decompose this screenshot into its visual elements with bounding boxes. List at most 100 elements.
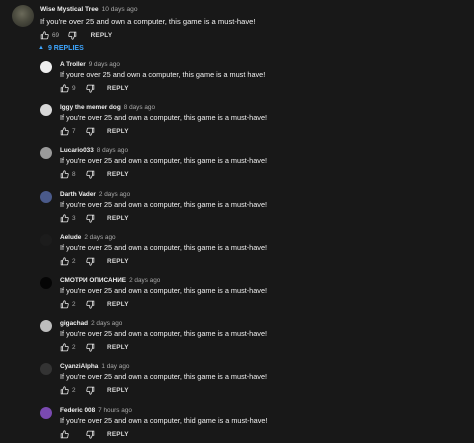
author-name[interactable]: CyanziAlpha xyxy=(60,363,98,370)
comment-meta: Darth Vader 2 days ago xyxy=(60,191,130,198)
comment-meta: A Troller 9 days ago xyxy=(60,61,120,68)
comment-actions: 8 REPLY xyxy=(60,170,129,182)
avatar[interactable] xyxy=(40,277,52,289)
comment-meta: CyanziAlpha 1 day ago xyxy=(60,363,129,370)
comment-text: If you're over 25 and own a computer, th… xyxy=(40,17,256,26)
comment-text: If you're over 25 and own a computer, th… xyxy=(60,416,268,425)
timestamp[interactable]: 2 days ago xyxy=(129,277,160,284)
thumbs-up-icon[interactable] xyxy=(60,170,69,179)
comment-actions: 9 REPLY xyxy=(60,84,129,96)
avatar[interactable] xyxy=(40,234,52,246)
like-count: 7 xyxy=(72,128,76,135)
avatar[interactable] xyxy=(40,191,52,203)
comment-text: If youre over 25 and own a computer, thi… xyxy=(60,70,266,79)
avatar[interactable] xyxy=(40,407,52,419)
author-name[interactable]: Aelude xyxy=(60,234,81,241)
thumbs-down-icon[interactable] xyxy=(86,127,95,136)
reply-item: CyanziAlpha 1 day ago If you're over 25 an… xyxy=(40,361,460,401)
reply-button[interactable]: REPLY xyxy=(107,85,129,92)
timestamp[interactable]: 9 days ago xyxy=(89,61,120,68)
comment-meta: Aelude 2 days ago xyxy=(60,234,116,241)
comment-text: If you're over 25 and own a computer, th… xyxy=(60,372,268,381)
like-count: 2 xyxy=(72,301,76,308)
reply-button[interactable]: REPLY xyxy=(107,258,129,265)
thumbs-up-icon[interactable] xyxy=(60,300,69,309)
avatar[interactable] xyxy=(40,61,52,73)
reply-button[interactable]: REPLY xyxy=(107,215,129,222)
comment-meta: Lucario033 8 days ago xyxy=(60,147,128,154)
like-count: 8 xyxy=(72,171,76,178)
author-name[interactable]: Wise Mystical Tree xyxy=(40,6,99,13)
thumbs-up-icon[interactable] xyxy=(60,214,69,223)
timestamp[interactable]: 8 days ago xyxy=(124,104,155,111)
like-count: 9 xyxy=(72,85,76,92)
thumbs-down-icon[interactable] xyxy=(86,430,95,439)
thumbs-up-icon[interactable] xyxy=(60,127,69,136)
reply-button[interactable]: REPLY xyxy=(107,431,129,438)
author-name[interactable]: СМОТРИ ОПИСАНИЕ xyxy=(60,277,126,284)
avatar[interactable] xyxy=(12,5,34,27)
avatar[interactable] xyxy=(40,363,52,375)
comment-text: If you're over 25 and own a computer, th… xyxy=(60,329,268,338)
author-name[interactable]: Federic 008 xyxy=(60,407,95,414)
thumbs-up-icon[interactable] xyxy=(60,84,69,93)
thumbs-down-icon[interactable] xyxy=(86,386,95,395)
reply-item: СМОТРИ ОПИСАНИЕ 2 days ago If you're over … xyxy=(40,275,460,315)
comment-actions: 2 REPLY xyxy=(60,257,129,269)
thumbs-down-icon[interactable] xyxy=(86,257,95,266)
comment-thread: Wise Mystical Tree 10 days ago If you're … xyxy=(0,0,474,443)
thumbs-up-icon[interactable] xyxy=(60,430,69,439)
avatar[interactable] xyxy=(40,147,52,159)
author-name[interactable]: Iggy the memer dog xyxy=(60,104,121,111)
reply-button[interactable]: REPLY xyxy=(91,32,113,39)
replies-toggle-label: 9 REPLIES xyxy=(47,45,84,52)
replies-toggle-button[interactable]: ▲ 9 REPLIES xyxy=(38,45,84,52)
timestamp[interactable]: 2 days ago xyxy=(99,191,130,198)
reply-button[interactable]: REPLY xyxy=(107,301,129,308)
like-count: 2 xyxy=(72,387,76,394)
reply-button[interactable]: REPLY xyxy=(107,128,129,135)
reply-item: gigachad 2 days ago If you're over 25 and … xyxy=(40,318,460,358)
author-name[interactable]: Lucario033 xyxy=(60,147,94,154)
comment-meta: СМОТРИ ОПИСАНИЕ 2 days ago xyxy=(60,277,160,284)
comment-text: If you're over 25 and own a computer, th… xyxy=(60,156,268,165)
timestamp[interactable]: 8 days ago xyxy=(97,147,128,154)
reply-button[interactable]: REPLY xyxy=(107,171,129,178)
thumbs-up-icon[interactable] xyxy=(60,386,69,395)
thumbs-down-icon[interactable] xyxy=(86,300,95,309)
comment-actions: REPLY xyxy=(60,430,129,442)
timestamp[interactable]: 2 days ago xyxy=(84,234,115,241)
avatar[interactable] xyxy=(40,320,52,332)
author-name[interactable]: gigachad xyxy=(60,320,88,327)
timestamp[interactable]: 7 hours ago xyxy=(98,407,132,414)
comment-actions: 7 REPLY xyxy=(60,127,129,139)
comment-actions: 2 REPLY xyxy=(60,300,129,312)
thumbs-up-icon[interactable] xyxy=(40,31,49,40)
like-count: 2 xyxy=(72,258,76,265)
author-name[interactable]: Darth Vader xyxy=(60,191,96,198)
thumbs-down-icon[interactable] xyxy=(86,170,95,179)
reply-item: Lucario033 8 days ago If you're over 25 an… xyxy=(40,145,460,185)
reply-item: Darth Vader 2 days ago If you're over 25 a… xyxy=(40,189,460,229)
timestamp[interactable]: 1 day ago xyxy=(101,363,129,370)
like-count: 69 xyxy=(52,32,60,39)
thumbs-up-icon[interactable] xyxy=(60,257,69,266)
thumbs-down-icon[interactable] xyxy=(86,214,95,223)
timestamp[interactable]: 2 days ago xyxy=(91,320,122,327)
comment-meta: Iggy the memer dog 8 days ago xyxy=(60,104,155,111)
thumbs-up-icon[interactable] xyxy=(60,343,69,352)
thumbs-down-icon[interactable] xyxy=(68,31,77,40)
comment-text: If you're over 25 and own a computer, th… xyxy=(60,286,268,295)
thumbs-down-icon[interactable] xyxy=(86,343,95,352)
thumbs-down-icon[interactable] xyxy=(86,84,95,93)
comment-text: If you're over 25 and own a computer, th… xyxy=(60,200,268,209)
like-count: 3 xyxy=(72,215,76,222)
avatar[interactable] xyxy=(40,104,52,116)
comment-actions: 2 REPLY xyxy=(60,386,129,398)
timestamp[interactable]: 10 days ago xyxy=(102,6,138,13)
like-count: 2 xyxy=(72,344,76,351)
comment-meta: gigachad 2 days ago xyxy=(60,320,122,327)
author-name[interactable]: A Troller xyxy=(60,61,86,68)
reply-button[interactable]: REPLY xyxy=(107,344,129,351)
reply-button[interactable]: REPLY xyxy=(107,387,129,394)
